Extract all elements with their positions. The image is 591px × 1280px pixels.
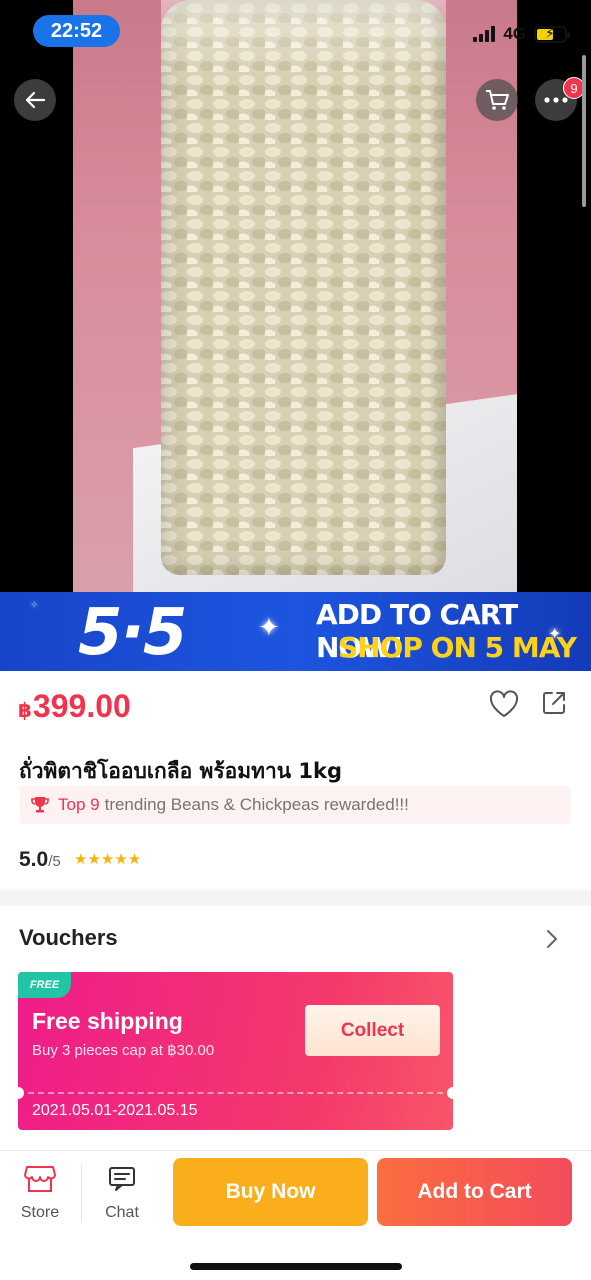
rating-score[interactable]: 5.0/5 (19, 848, 61, 872)
share-icon (543, 692, 565, 714)
store-icon (24, 1166, 56, 1192)
bottom-action-bar: Store Chat Buy Now Add to Cart (0, 1150, 591, 1280)
voucher-validity: 2021.05.01-2021.05.15 (32, 1102, 198, 1119)
collect-button[interactable]: Collect (305, 1005, 440, 1056)
cart-icon (486, 90, 509, 110)
wishlist-button[interactable] (488, 689, 520, 724)
product-detail-screen: 22:52 4G ⚡ 9 5·5 ✦ ✦ ✧ ADD TO CART NOW! … (0, 0, 591, 1280)
currency-symbol: ฿ (18, 700, 32, 722)
banner-subline: SHOP ON 5 MAY (338, 631, 577, 664)
product-title: ถั่วพิตาชิโออบเกลือ พร้อมทาน 1kg (19, 759, 343, 783)
store-button[interactable]: Store (0, 1163, 80, 1222)
voucher-divider (18, 1092, 453, 1094)
section-divider (0, 890, 591, 906)
back-button[interactable] (14, 79, 56, 121)
buy-now-button[interactable]: Buy Now (173, 1158, 368, 1226)
sparkle-icon: ✧ (30, 600, 39, 611)
share-button[interactable] (540, 689, 568, 722)
store-label: Store (20, 1204, 60, 1221)
more-dots-icon (544, 97, 568, 103)
promo-banner[interactable]: 5·5 ✦ ✦ ✧ ADD TO CART NOW! SHOP ON 5 MAY (0, 592, 591, 671)
product-price: ฿399.00 (18, 688, 131, 725)
chat-icon (109, 1167, 135, 1191)
trophy-icon (31, 797, 49, 813)
arrow-left-icon (25, 91, 46, 109)
chat-label: Chat (105, 1204, 139, 1221)
chevron-right-icon (547, 930, 557, 948)
voucher-card: FREE Free shipping Buy 3 pieces cap at ฿… (18, 972, 453, 1130)
sparkle-icon: ✦ (258, 612, 280, 642)
add-to-cart-button[interactable]: Add to Cart (377, 1158, 572, 1226)
home-indicator[interactable] (190, 1263, 402, 1270)
product-photo (73, 0, 517, 592)
heart-icon (489, 690, 519, 717)
vouchers-heading: Vouchers (19, 925, 118, 950)
voucher-description: Buy 3 pieces cap at ฿30.00 (32, 1042, 215, 1059)
trending-badge[interactable]: Top 9 trending Beans & Chickpeas rewarde… (20, 786, 570, 824)
status-indicators: 4G ⚡ (473, 24, 570, 44)
battery-icon: ⚡ (534, 25, 570, 43)
price-value: 399.00 (32, 688, 131, 724)
signal-icon (473, 26, 496, 42)
cart-button[interactable] (476, 79, 518, 121)
status-time: 22:52 (33, 15, 120, 47)
rating-stars-icon: ★★★★★ (74, 851, 142, 868)
pistachio-bag-image (161, 0, 446, 575)
chat-button[interactable]: Chat (84, 1163, 160, 1222)
vouchers-more-button[interactable] (543, 928, 561, 955)
free-tag: FREE (18, 972, 71, 998)
trend-rank: Top 9 (58, 795, 100, 814)
scrollbar (582, 55, 586, 207)
network-label: 4G (503, 24, 526, 43)
voucher-title: Free shipping (32, 1008, 183, 1034)
trend-text: trending Beans & Chickpeas rewarded!!! (104, 795, 409, 814)
banner-55-logo: 5·5 (78, 596, 187, 670)
